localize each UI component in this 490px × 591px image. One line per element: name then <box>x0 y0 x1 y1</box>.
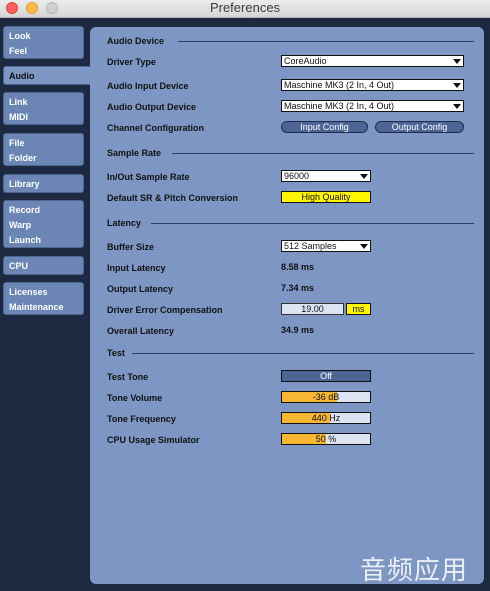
preferences-window: Look Feel Audio Link MIDI File Folder Li… <box>0 18 490 591</box>
tab-label: Feel <box>9 46 28 56</box>
pitch-conversion-toggle[interactable]: High Quality <box>281 191 371 203</box>
test-tone-label: Test Tone <box>107 372 149 382</box>
cpu-usage-simulator-slider[interactable]: 50 % <box>281 433 371 445</box>
tab-label: Launch <box>9 235 42 245</box>
tone-frequency-label: Tone Frequency <box>107 414 176 424</box>
tab-link-midi[interactable]: Link MIDI <box>3 92 84 125</box>
driver-type-value: CoreAudio <box>284 56 327 66</box>
section-header-latency: Latency <box>107 218 142 228</box>
section-header-sample-rate: Sample Rate <box>107 148 162 158</box>
chevron-down-icon <box>453 59 461 64</box>
pitch-conversion-label: Default SR & Pitch Conversion <box>107 193 239 203</box>
driver-error-compensation-unit: ms <box>346 303 371 315</box>
section-header-test: Test <box>107 348 125 358</box>
input-config-button[interactable]: Input Config <box>281 121 368 133</box>
audio-output-device-dropdown[interactable]: Maschine MK3 (2 In, 4 Out) <box>281 100 464 112</box>
window-title: Preferences <box>209 0 281 15</box>
input-latency-value: 8.58 ms <box>281 262 315 272</box>
chevron-down-icon <box>453 83 461 88</box>
tone-volume-label: Tone Volume <box>107 393 163 403</box>
driver-type-label: Driver Type <box>107 57 156 67</box>
driver-type-dropdown[interactable]: CoreAudio <box>281 55 464 67</box>
tab-label: Library <box>9 179 40 189</box>
tab-label: Look <box>9 31 31 41</box>
sample-rate-value: 96000 <box>284 171 310 181</box>
audio-input-device-value: Maschine MK3 (2 In, 4 Out) <box>284 80 395 90</box>
tab-label: Maintenance <box>9 302 64 312</box>
tab-record-warp-launch[interactable]: Record Warp Launch <box>3 200 84 248</box>
tab-label: File <box>9 138 25 148</box>
tab-library[interactable]: Library <box>3 174 84 193</box>
section-divider <box>151 223 474 224</box>
title-bar: Preferences <box>0 0 490 18</box>
tab-label: CPU <box>9 261 29 271</box>
tab-label: Record <box>9 205 41 215</box>
tab-file-folder[interactable]: File Folder <box>3 133 84 166</box>
cpu-usage-value: 50 % <box>315 434 337 444</box>
tone-volume-value: -36 dB <box>312 392 340 402</box>
audio-input-device-dropdown[interactable]: Maschine MK3 (2 In, 4 Out) <box>281 79 464 91</box>
buffer-size-label: Buffer Size <box>107 242 155 252</box>
tab-label: Link <box>9 97 28 107</box>
tone-frequency-slider[interactable]: 440 Hz <box>281 412 371 424</box>
audio-output-device-label: Audio Output Device <box>107 102 197 112</box>
driver-error-compensation-label: Driver Error Compensation <box>107 305 223 315</box>
test-tone-toggle[interactable]: Off <box>281 370 371 382</box>
chevron-down-icon <box>360 244 368 249</box>
tab-label: MIDI <box>9 112 28 122</box>
tone-frequency-value: 440 Hz <box>311 413 341 423</box>
section-divider <box>172 153 474 154</box>
section-header-audio-device: Audio Device <box>107 36 165 46</box>
chevron-down-icon <box>360 174 368 179</box>
audio-input-device-label: Audio Input Device <box>107 81 189 91</box>
watermark-text: 音频应用 <box>360 556 469 586</box>
overall-latency-label: Overall Latency <box>107 326 175 336</box>
cpu-usage-simulator-label: CPU Usage Simulator <box>107 435 200 445</box>
output-config-button[interactable]: Output Config <box>375 121 464 133</box>
tab-label: Folder <box>9 153 37 163</box>
tab-audio[interactable]: Audio <box>3 66 93 85</box>
chevron-down-icon <box>453 104 461 109</box>
sample-rate-label: In/Out Sample Rate <box>107 172 190 182</box>
section-divider <box>132 353 474 354</box>
audio-preferences-panel: Audio Device Driver Type CoreAudio Audio… <box>90 27 484 584</box>
sample-rate-dropdown[interactable]: 96000 <box>281 170 371 182</box>
overall-latency-value: 34.9 ms <box>281 325 315 335</box>
input-latency-label: Input Latency <box>107 263 166 273</box>
tab-label: Warp <box>9 220 32 230</box>
tone-volume-slider[interactable]: -36 dB <box>281 391 371 403</box>
buffer-size-dropdown[interactable]: 512 Samples <box>281 240 371 252</box>
audio-output-device-value: Maschine MK3 (2 In, 4 Out) <box>284 101 395 111</box>
tab-label: Audio <box>9 71 35 81</box>
driver-error-compensation-input[interactable]: 19.00 <box>281 303 344 315</box>
output-latency-value: 7.34 ms <box>281 283 315 293</box>
tab-label: Licenses <box>9 287 48 297</box>
tab-cpu[interactable]: CPU <box>3 256 84 275</box>
section-divider <box>178 41 474 42</box>
output-latency-label: Output Latency <box>107 284 174 294</box>
tab-licenses-maintenance[interactable]: Licenses Maintenance <box>3 282 84 315</box>
buffer-size-value: 512 Samples <box>284 241 337 251</box>
tab-look-feel[interactable]: Look Feel <box>3 26 84 59</box>
channel-configuration-label: Channel Configuration <box>107 123 204 133</box>
